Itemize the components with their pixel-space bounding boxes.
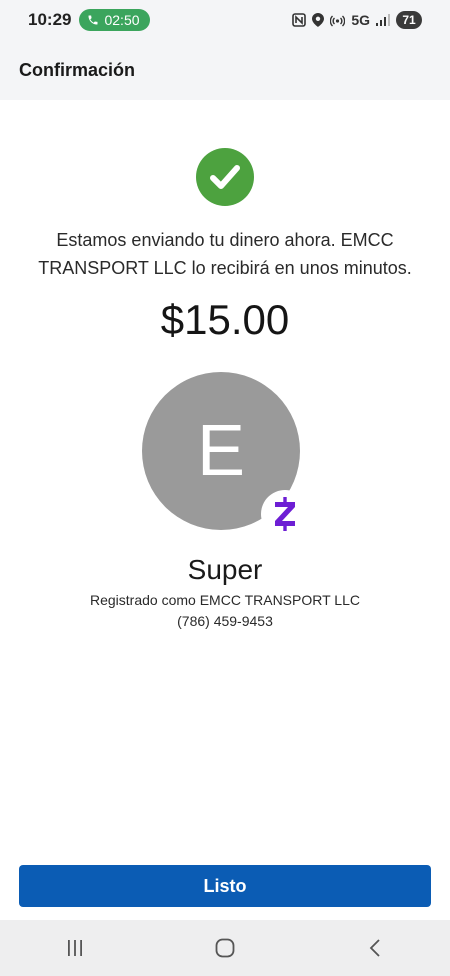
page-title: Confirmación <box>19 59 136 80</box>
recipient-phone: (786) 459-9453 <box>177 613 273 629</box>
zelle-logo-icon <box>275 497 295 531</box>
zelle-badge <box>261 490 309 538</box>
network-type: 5G <box>351 12 370 28</box>
battery-indicator: 71 <box>396 11 422 29</box>
registered-as: Registrado como EMCC TRANSPORT LLC <box>90 592 360 608</box>
app-header: Confirmación <box>0 40 450 100</box>
avatar-initial: E <box>196 411 246 491</box>
nfc-icon <box>292 13 307 27</box>
call-timer: 02:50 <box>104 12 140 28</box>
amount-sent: $15.00 <box>160 296 290 343</box>
recent-apps-icon <box>68 940 82 956</box>
recipient-name: Super <box>187 554 263 585</box>
active-call-pill[interactable]: 02:50 <box>79 9 150 31</box>
phone-icon <box>88 15 98 25</box>
location-icon <box>312 13 325 27</box>
home-icon <box>215 938 235 958</box>
status-icons: 5G 71 <box>292 11 422 29</box>
home-button[interactable] <box>195 928 255 968</box>
back-button[interactable] <box>345 928 405 968</box>
status-time: 10:29 <box>28 10 72 29</box>
status-bar: 10:29 02:50 5G 71 <box>0 0 450 40</box>
back-icon <box>369 939 380 957</box>
success-check-icon <box>196 148 254 206</box>
confirmation-message: Estamos enviando tu dinero ahora. EMCC T… <box>38 230 412 278</box>
done-button[interactable]: Listo <box>19 865 431 907</box>
hotspot-icon <box>330 15 346 27</box>
recent-apps-button[interactable] <box>45 928 105 968</box>
system-nav-bar <box>0 920 450 976</box>
signal-icon <box>376 14 390 26</box>
